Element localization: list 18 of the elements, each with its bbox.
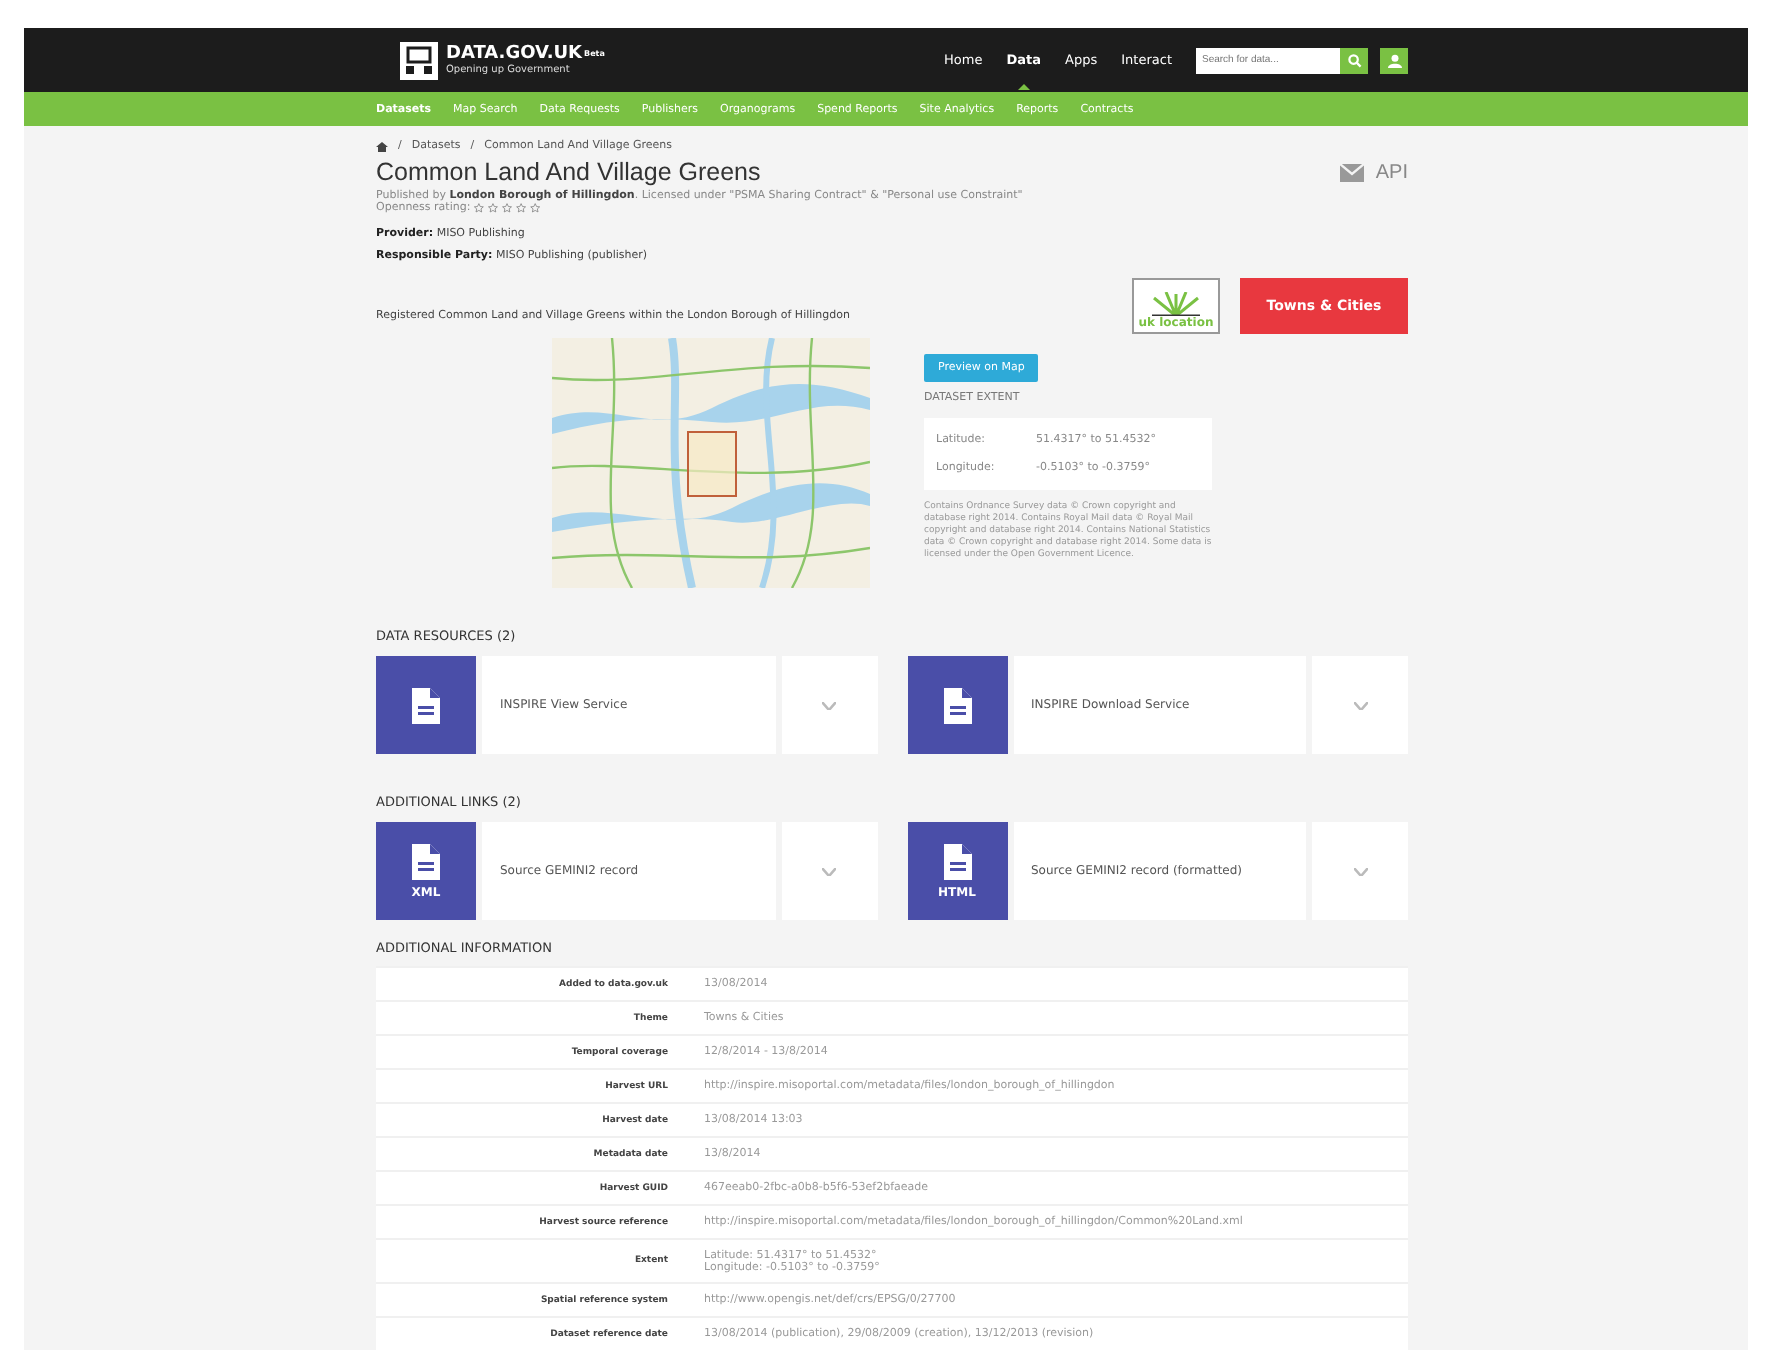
home-icon[interactable] [376,141,388,151]
user-icon [1387,53,1401,67]
document-icon [943,843,971,879]
chevron-down-icon [822,701,836,709]
resource-tile[interactable] [376,656,476,754]
chevron-down-icon [1353,867,1367,875]
search-icon [1347,53,1361,67]
dataset-title: Common Land And Village Greens [376,158,761,186]
envelope-icon [1339,163,1364,181]
document-icon [943,687,971,723]
search-button[interactable] [1340,47,1368,73]
document-icon [412,687,440,723]
resource-tile[interactable] [907,656,1007,754]
document-icon [412,843,440,879]
user-button[interactable] [1380,47,1408,73]
chevron-down-icon [1353,701,1367,709]
logo-icon [400,41,438,79]
chevron-down-icon [822,867,836,875]
